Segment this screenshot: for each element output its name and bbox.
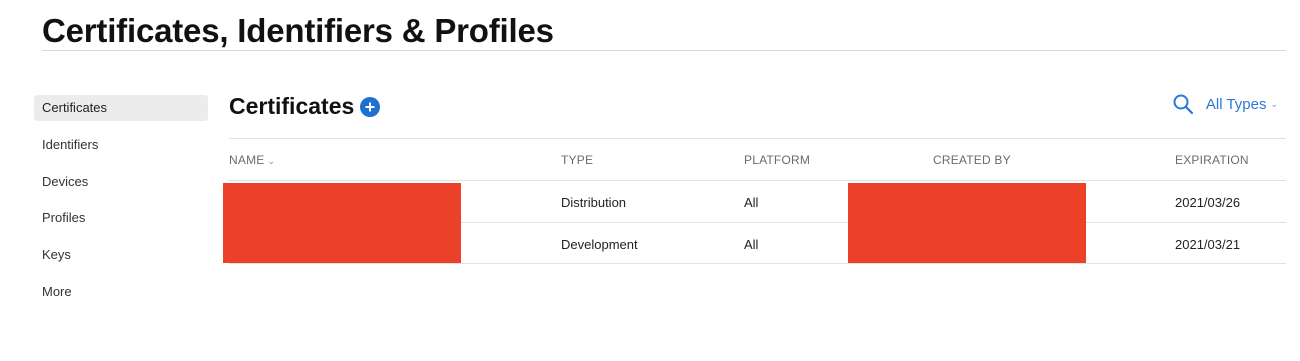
table-top-divider [229, 138, 1286, 139]
row-1-expiration: 2021/03/26 [1175, 195, 1241, 210]
title-divider [42, 50, 1286, 51]
chevron-down-icon: ⌄ [1270, 98, 1278, 109]
plus-circle-icon [365, 102, 375, 112]
row-2-type: Development [561, 237, 638, 252]
page-title: Certificates, Identifiers & Profiles [42, 12, 554, 49]
column-header-platform[interactable]: PLATFORM [744, 153, 810, 167]
row-2-platform: All [744, 237, 759, 252]
column-header-name[interactable]: NAME ⌄ [229, 153, 275, 167]
redacted-name-cells [223, 183, 461, 263]
sidebar-item-identifiers[interactable]: Identifiers [34, 132, 208, 158]
header-divider [229, 180, 1286, 181]
section-title: Certificates [229, 92, 355, 119]
column-header-name-label: NAME [229, 153, 265, 167]
row-1-platform: All [744, 195, 759, 210]
column-header-type[interactable]: TYPE [561, 153, 593, 167]
sidebar-item-devices[interactable]: Devices [34, 169, 208, 195]
table-tools: All Types ⌄ [1172, 93, 1278, 115]
sidebar-item-more[interactable]: More [34, 279, 208, 305]
sort-chevron-icon: ⌄ [267, 156, 276, 166]
add-certificate-button[interactable] [360, 97, 381, 117]
search-icon[interactable] [1172, 93, 1194, 115]
column-header-expiration[interactable]: EXPIRATION [1175, 153, 1249, 167]
row-1-type: Distribution [561, 195, 627, 210]
sidebar-item-keys[interactable]: Keys [34, 242, 208, 268]
sidebar-item-profiles[interactable]: Profiles [34, 205, 208, 231]
page: Certificates, Identifiers & Profiles Cer… [0, 0, 1300, 361]
row-2-expiration: 2021/03/21 [1175, 237, 1241, 252]
redacted-created-by-cells [848, 183, 1086, 263]
table-bottom-divider [229, 263, 1286, 264]
sidebar: Certificates Identifiers Devices Profile… [34, 95, 208, 316]
type-filter-label: All Types [1205, 95, 1267, 113]
type-filter-dropdown[interactable]: All Types ⌄ [1206, 96, 1278, 113]
column-header-created-by[interactable]: CREATED BY [933, 153, 1011, 167]
section-header: Certificates [229, 92, 381, 120]
sidebar-item-certificates[interactable]: Certificates [34, 95, 208, 121]
